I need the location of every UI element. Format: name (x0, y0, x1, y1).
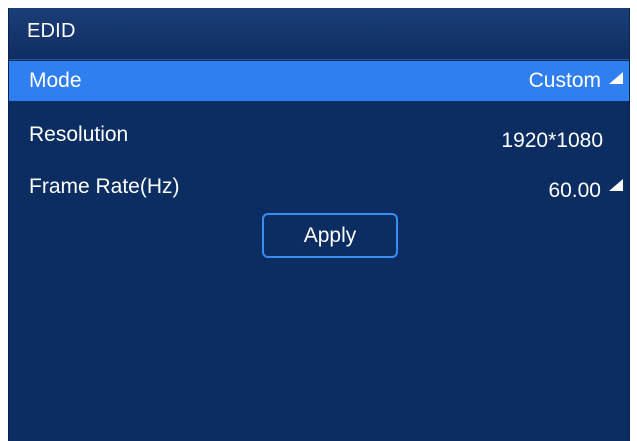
setting-row-mode[interactable]: Mode Custom (9, 61, 629, 101)
edid-panel: EDID Mode Custom Resolution 1920*1080 Fr… (8, 8, 630, 441)
apply-button[interactable]: Apply (262, 213, 398, 258)
setting-row-frame-rate[interactable]: Frame Rate(Hz) 60.00 (9, 167, 629, 207)
mode-label: Mode (29, 69, 82, 92)
frame-rate-label: Frame Rate(Hz) (29, 175, 180, 198)
dropdown-arrow-icon[interactable] (609, 72, 623, 84)
frame-rate-value[interactable]: 60.00 (548, 179, 601, 203)
dropdown-arrow-icon[interactable] (609, 179, 623, 191)
resolution-label: Resolution (29, 123, 129, 146)
resolution-value: 1920*1080 (501, 129, 603, 152)
mode-value[interactable]: Custom (529, 69, 601, 93)
panel-title: EDID (27, 20, 76, 42)
setting-row-resolution[interactable]: Resolution 1920*1080 (9, 115, 629, 155)
title-bar: EDID (9, 8, 629, 60)
